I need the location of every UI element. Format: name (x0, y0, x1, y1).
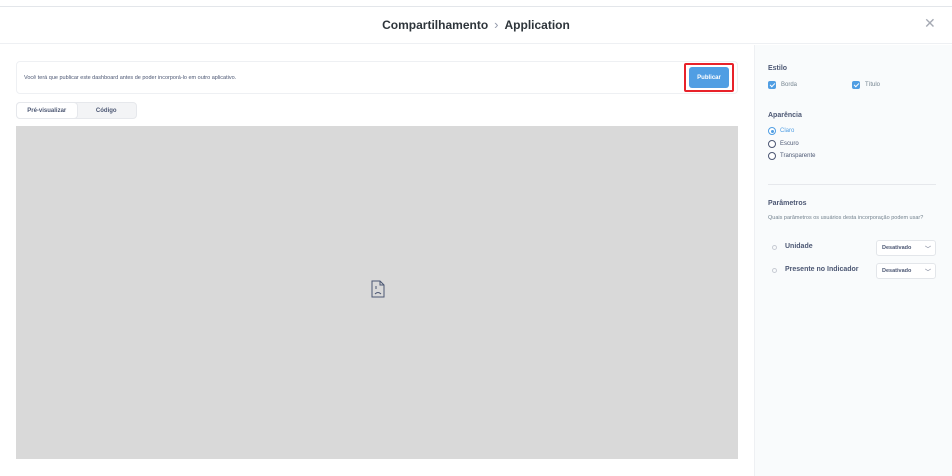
parameter-name: Presente no Indicador (785, 266, 859, 273)
settings-sidebar (754, 45, 952, 476)
appearance-section-title: Aparência (768, 112, 802, 119)
main-panel: Você terá que publicar este dashboard an… (0, 45, 754, 476)
checkbox-title[interactable]: Título (852, 81, 880, 89)
radio-transparent-label: Transparente (780, 153, 816, 159)
parameter-status-icon (772, 268, 777, 273)
chevron-down-icon: ﹀ (924, 246, 931, 253)
radio-selected-icon (768, 127, 776, 135)
publish-notice-text: Você terá que publicar este dashboard an… (24, 74, 237, 81)
view-toggle: Pré-visualizar Código (16, 102, 137, 119)
radio-transparent[interactable]: Transparente (768, 152, 815, 160)
radio-light[interactable]: Claro (768, 127, 794, 135)
close-icon[interactable]: ✕ (924, 16, 936, 30)
breadcrumb: Compartilhamento › Application (382, 17, 570, 32)
radio-unselected-icon (768, 152, 776, 160)
radio-dark-label: Escuro (780, 141, 799, 147)
parameter-select-value: Desativado (882, 245, 912, 251)
tab-code[interactable]: Código (77, 103, 137, 118)
breadcrumb-current: Application (504, 17, 570, 32)
checkbox-border[interactable]: Borda (768, 81, 797, 89)
parameter-row-unidade: Unidade Desativado ﹀ (768, 240, 936, 256)
modal-header: Compartilhamento › Application (0, 6, 952, 44)
checkbox-checked-icon (768, 81, 776, 89)
breadcrumb-parent[interactable]: Compartilhamento (382, 18, 488, 32)
style-section-title: Estilo (768, 65, 788, 72)
checkbox-border-label: Borda (781, 82, 798, 88)
broken-document-icon (371, 280, 385, 298)
checkbox-checked-icon (852, 81, 860, 89)
breadcrumb-separator: › (494, 17, 499, 32)
parameter-row-presente: Presente no Indicador Desativado ﹀ (768, 263, 936, 279)
parameter-select-value: Desativado (882, 268, 912, 274)
sidebar-divider (768, 184, 936, 185)
tab-preview[interactable]: Pré-visualizar (17, 103, 77, 118)
parameter-select-unidade[interactable]: Desativado ﹀ (876, 240, 936, 256)
checkbox-title-label: Título (865, 82, 881, 88)
parameters-description: Quais parâmetros os usuários desta incor… (768, 215, 924, 221)
radio-dark[interactable]: Escuro (768, 140, 799, 148)
publish-notice: Você terá que publicar este dashboard an… (16, 61, 738, 94)
parameter-status-icon (772, 245, 777, 250)
publish-button[interactable]: Publicar (689, 67, 729, 88)
radio-light-label: Claro (780, 128, 795, 134)
embed-preview (16, 126, 738, 459)
radio-unselected-icon (768, 140, 776, 148)
chevron-down-icon: ﹀ (924, 269, 931, 276)
parameters-section-title: Parâmetros (768, 200, 807, 207)
parameter-name: Unidade (785, 243, 813, 250)
parameter-select-presente[interactable]: Desativado ﹀ (876, 263, 936, 279)
